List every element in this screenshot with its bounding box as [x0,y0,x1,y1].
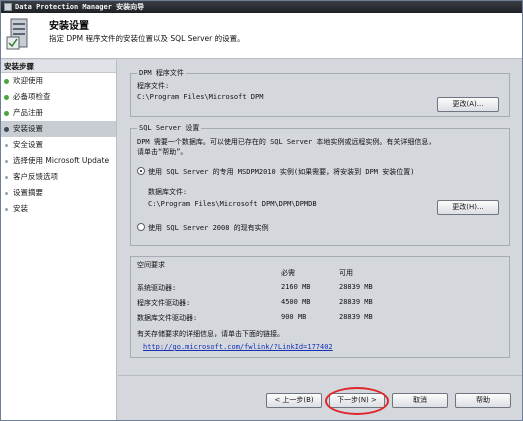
storage-requirements-link[interactable]: http://go.microsoft.com/fwlink/?LinkId=1… [143,343,333,351]
required-column-header: 必需 [281,269,295,277]
database-drive-available: 28839 MB [339,313,373,321]
step-complete-icon [4,95,9,100]
step-customer-feedback: 客户反馈选项 [1,169,116,185]
database-files-path: C:\Program Files\Microsoft DPM\DPM\DPMDB [148,200,317,208]
step-label: 安全设置 [13,140,43,149]
sql-description-line1: DPM 需要一个数据库。可以使用已存在的 SQL Server 本地实例或远程实… [137,138,436,146]
space-requirements-heading: 空间要求 [137,261,165,269]
cancel-button[interactable]: 取消 [392,393,448,408]
step-label: 安装设置 [13,124,43,133]
step-pending-icon [5,176,8,179]
change-program-path-button[interactable]: 更改(A)... [437,97,499,112]
step-pending-icon [5,144,8,147]
space-requirements-group: 空间要求 必需 可用 系统驱动器: 2160 MB 28839 MB 程序文件驱… [130,256,510,358]
storage-info-note: 有关存储要求的详细信息，请单击下面的链接。 [137,330,284,338]
step-label: 设置摘要 [13,188,43,197]
steps-sidebar: 安装步骤 欢迎使用 必备项检查 产品注册 安装设置 安全设置 选择使用 Micr… [1,60,117,420]
program-files-group: DPM 程序文件 程序文件: C:\Program Files\Microsof… [130,68,510,117]
page-subtitle: 指定 DPM 程序文件的安装位置以及 SQL Server 的设置。 [49,34,245,43]
title-bar[interactable]: Data Protection Manager 安装向导 [1,1,522,13]
sql-server-group: SQL Server 设置 DPM 需要一个数据库。可以使用已存在的 SQL S… [130,123,510,246]
step-welcome: 欢迎使用 [1,73,116,89]
step-pending-icon [5,192,8,195]
existing-instance-label[interactable]: 使用 SQL Server 2008 的现有实例 [148,223,269,233]
system-drive-available: 28839 MB [339,283,373,291]
system-drive-label: 系统驱动器: [137,284,177,292]
step-registration: 产品注册 [1,105,116,121]
page-title: 安装设置 [49,21,89,32]
wizard-footer: < 上一步(B) 下一步(N) > 取消 帮助 [118,375,522,420]
database-files-label: 数据库文件: [148,188,188,196]
server-setup-icon [6,18,28,50]
step-install: 安装 [1,201,116,217]
step-label: 选择使用 Microsoft Update [13,156,110,165]
sql-description-line2: 请单击“帮助”。 [137,148,188,156]
annotation-circle [325,387,389,415]
step-installation-settings: 安装设置 [1,121,116,137]
program-drive-required: 4500 MB [281,298,311,306]
step-label: 安装 [13,204,28,213]
wizard-header: 安装设置 指定 DPM 程序文件的安装位置以及 SQL Server 的设置。 [1,13,522,59]
step-label: 产品注册 [13,108,43,117]
settings-content: DPM 程序文件 程序文件: C:\Program Files\Microsof… [118,60,522,375]
app-icon [4,3,12,11]
setup-wizard-window: Data Protection Manager 安装向导 安装设置 指定 DPM… [0,0,523,421]
step-microsoft-update: 选择使用 Microsoft Update [1,153,116,169]
program-files-label: 程序文件: [137,82,170,90]
step-label: 欢迎使用 [13,76,43,85]
program-drive-available: 28839 MB [339,298,373,306]
step-current-icon [4,127,9,132]
sql-server-legend: SQL Server 设置 [137,123,202,133]
program-files-path: C:\Program Files\Microsoft DPM [137,93,264,101]
step-label: 必备项检查 [13,92,51,101]
back-button[interactable]: < 上一步(B) [266,393,322,408]
system-drive-required: 2160 MB [281,283,311,291]
database-drive-required: 900 MB [281,313,307,321]
step-prerequisites: 必备项检查 [1,89,116,105]
step-pending-icon [5,208,8,211]
step-label: 客户反馈选项 [13,172,58,181]
change-database-path-button[interactable]: 更改(H)... [437,200,499,215]
existing-instance-radio[interactable] [137,223,145,231]
dedicated-instance-radio[interactable] [137,167,145,175]
program-drive-label: 程序文件驱动器: [137,299,191,307]
program-files-legend: DPM 程序文件 [137,68,186,78]
available-column-header: 可用 [339,269,353,277]
help-button[interactable]: 帮助 [455,393,511,408]
step-security: 安全设置 [1,137,116,153]
step-summary: 设置摘要 [1,185,116,201]
window-title: Data Protection Manager 安装向导 [15,3,145,11]
dedicated-instance-label[interactable]: 使用 SQL Server 的专用 MSDPM2010 实例(如果需要，将安装到… [148,167,414,177]
database-drive-label: 数据库文件驱动器: [137,314,198,322]
step-complete-icon [4,79,9,84]
step-complete-icon [4,111,9,116]
step-pending-icon [5,160,8,163]
steps-heading: 安装步骤 [1,60,116,73]
